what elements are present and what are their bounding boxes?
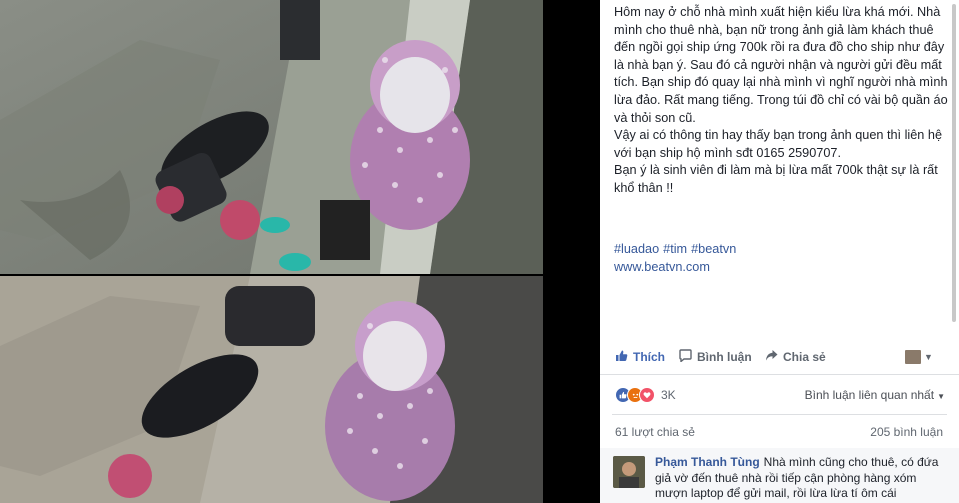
share-icon bbox=[765, 349, 778, 365]
comment-count[interactable]: 205 bình luận bbox=[870, 425, 943, 439]
like-label: Thích bbox=[633, 350, 665, 364]
comment-button[interactable]: Bình luận bbox=[679, 349, 752, 365]
commenter-avatar[interactable] bbox=[613, 456, 645, 488]
like-button[interactable]: Thích bbox=[615, 349, 665, 365]
reactions-summary[interactable]: 3K bbox=[615, 386, 676, 404]
hashtag-link[interactable]: #luadao bbox=[614, 242, 659, 256]
divider bbox=[600, 374, 959, 375]
engagement-counts: 61 lượt chia sẻ 205 bình luận bbox=[615, 425, 943, 439]
thumbs-up-icon bbox=[615, 349, 628, 365]
hashtag-link[interactable]: #tim bbox=[663, 242, 687, 256]
hashtag-link[interactable]: #beatvn bbox=[691, 242, 736, 256]
post-photo[interactable] bbox=[0, 0, 543, 503]
chevron-down-icon[interactable]: ▼ bbox=[924, 352, 933, 362]
cctv-frame-bottom bbox=[0, 276, 543, 503]
post-caption: Hôm nay ở chỗ nhà mình xuất hiện kiểu lừ… bbox=[614, 5, 948, 195]
share-button[interactable]: Chia sẻ bbox=[765, 349, 826, 365]
post-hashtags: #luadao #tim #beatvn bbox=[614, 241, 740, 259]
website-link[interactable]: www.beatvn.com bbox=[614, 259, 710, 277]
cctv-frame-top bbox=[0, 0, 543, 274]
comment-label: Bình luận bbox=[697, 350, 752, 364]
reaction-count: 3K bbox=[661, 388, 676, 402]
comment-icon bbox=[679, 349, 692, 365]
comment-item: Phạm Thanh Tùng Nhà mình cũng cho thuê, c… bbox=[600, 448, 959, 503]
share-count[interactable]: 61 lượt chia sẻ bbox=[615, 425, 695, 439]
acting-as-avatar[interactable] bbox=[905, 350, 921, 364]
commenter-name[interactable]: Phạm Thanh Tùng bbox=[655, 455, 760, 469]
caption-scrollbar[interactable] bbox=[952, 4, 956, 322]
caret-down-icon: ▼ bbox=[937, 392, 945, 401]
photo-viewer: Hôm nay ở chỗ nhà mình xuất hiện kiểu lừ… bbox=[0, 0, 959, 503]
share-label: Chia sẻ bbox=[783, 350, 826, 364]
comment-sort-dropdown[interactable]: Bình luận liên quan nhất ▼ bbox=[805, 388, 945, 402]
post-sidebar: Hôm nay ở chỗ nhà mình xuất hiện kiểu lừ… bbox=[600, 0, 959, 503]
love-reaction-icon bbox=[639, 387, 655, 403]
comment-sort-label: Bình luận liên quan nhất bbox=[804, 388, 935, 402]
post-actions: Thích Bình luận Chia sẻ ▼ bbox=[600, 344, 959, 370]
divider bbox=[612, 414, 947, 415]
comment-body: Phạm Thanh Tùng Nhà mình cũng cho thuê, c… bbox=[655, 455, 947, 502]
